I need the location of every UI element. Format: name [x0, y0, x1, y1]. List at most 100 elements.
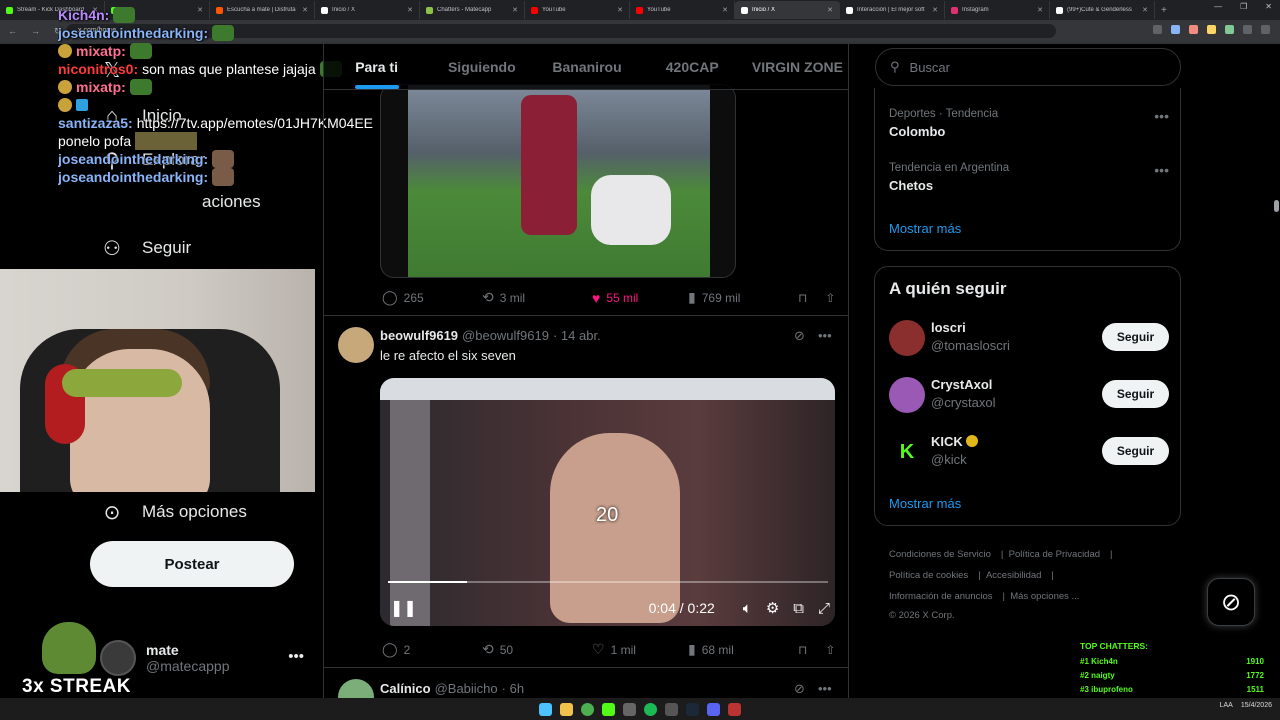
- settings-icon[interactable]: ⚙: [766, 599, 779, 617]
- post-media-image[interactable]: [380, 84, 736, 278]
- extension-icon[interactable]: [1153, 25, 1162, 34]
- tab-close-icon[interactable]: ✕: [617, 6, 623, 14]
- browser-tab[interactable]: Instagram ✕: [945, 1, 1050, 19]
- tab-virgin-zone[interactable]: VIRGIN ZONE: [745, 44, 848, 89]
- close-window-icon[interactable]: ✕: [1265, 2, 1272, 11]
- post-author-name[interactable]: Calínico: [380, 681, 431, 696]
- browser-tab[interactable]: YouTube ✕: [630, 1, 735, 19]
- extension-icon[interactable]: [1171, 25, 1180, 34]
- more-icon[interactable]: •••: [818, 681, 832, 696]
- extension-icon[interactable]: [1189, 25, 1198, 34]
- nav-follow[interactable]: ⚇ Seguir: [100, 236, 191, 260]
- more-icon[interactable]: •••: [818, 328, 832, 343]
- trend-item[interactable]: Deportes · Tendencia Colombo •••: [889, 108, 1169, 139]
- more-icon[interactable]: •••: [1154, 108, 1169, 124]
- minimize-icon[interactable]: —: [1214, 2, 1222, 11]
- search-input[interactable]: ⚲ Buscar: [875, 48, 1181, 86]
- browser-tab[interactable]: Inicio / X ✕: [735, 1, 840, 19]
- more-icon[interactable]: •••: [1154, 162, 1169, 178]
- browser-tab[interactable]: Interacción | El mejor soft ✕: [840, 1, 945, 19]
- post-button[interactable]: Postear: [90, 541, 294, 587]
- forward-icon[interactable]: →: [31, 26, 40, 37]
- nav-more-options[interactable]: ⊙ Más opciones: [100, 500, 247, 524]
- views-button[interactable]: ▮ 769 mil: [688, 289, 788, 306]
- footer-link[interactable]: Accesibilidad: [986, 570, 1041, 581]
- share-icon[interactable]: ⇧: [825, 291, 835, 305]
- app-icon[interactable]: [665, 702, 678, 716]
- spotify-icon[interactable]: [644, 702, 657, 716]
- steam-icon[interactable]: [686, 702, 699, 716]
- avatar[interactable]: [338, 327, 374, 363]
- video-progress-bar[interactable]: [388, 581, 828, 583]
- discord-icon[interactable]: [707, 702, 720, 716]
- tab-420cap[interactable]: 420CAP: [640, 44, 745, 89]
- app-icon[interactable]: [728, 702, 741, 716]
- grok-button[interactable]: ⊘: [1207, 578, 1255, 626]
- post-date[interactable]: · 6h: [502, 681, 524, 696]
- post-date[interactable]: · 14 abr.: [553, 328, 601, 343]
- tab-close-icon[interactable]: ✕: [932, 6, 938, 14]
- follow-button[interactable]: Seguir: [1102, 380, 1169, 408]
- volume-icon[interactable]: 🔈︎: [743, 600, 752, 617]
- tab-close-icon[interactable]: ✕: [722, 6, 728, 14]
- video-player[interactable]: 20 ❚❚ 0:04 / 0:22 🔈︎ ⚙ ⧉ ⤢: [380, 378, 835, 626]
- bookmark-icon[interactable]: ⊓: [798, 291, 807, 305]
- post-author-name[interactable]: beowulf9619: [380, 328, 458, 343]
- extension-icon[interactable]: [1207, 25, 1216, 34]
- extension-icon[interactable]: [1225, 25, 1234, 34]
- new-tab-button[interactable]: +: [1155, 5, 1173, 16]
- footer-link[interactable]: Condiciones de Servicio: [889, 549, 991, 560]
- follow-suggestion[interactable]: K KICK @kick Seguir: [889, 434, 1169, 474]
- grok-icon[interactable]: ⊘: [794, 681, 805, 697]
- follow-suggestion[interactable]: loscri @tomasloscri Seguir: [889, 320, 1169, 360]
- menu-icon[interactable]: [1261, 25, 1270, 34]
- app-icon[interactable]: [623, 702, 636, 716]
- repost-button[interactable]: ⟲ 3 mil: [482, 289, 592, 306]
- follow-suggestion[interactable]: CrystAxol @crystaxol Seguir: [889, 377, 1169, 417]
- start-icon[interactable]: [539, 702, 552, 716]
- back-icon[interactable]: ←: [8, 26, 17, 37]
- follow-button[interactable]: Seguir: [1102, 437, 1169, 465]
- miniplayer-icon[interactable]: ⧉: [793, 600, 804, 617]
- profile-avatar-icon[interactable]: [1243, 25, 1252, 34]
- share-icon[interactable]: ⇧: [825, 643, 835, 657]
- reply-button[interactable]: ◯ 2: [382, 641, 482, 658]
- pause-icon[interactable]: ❚❚: [390, 598, 417, 618]
- tab-siguiendo[interactable]: Siguiendo: [429, 44, 534, 89]
- tab-close-icon[interactable]: ✕: [827, 6, 833, 14]
- maximize-icon[interactable]: ❐: [1240, 2, 1247, 11]
- fullscreen-icon[interactable]: ⤢: [818, 600, 830, 617]
- clock-date[interactable]: 15/4/2026: [1241, 702, 1272, 709]
- repost-button[interactable]: ⟲ 50: [482, 641, 592, 658]
- browser-tab[interactable]: Chatters - Matecapp ✕: [420, 1, 525, 19]
- kick-icon[interactable]: [602, 702, 615, 716]
- bookmark-icon[interactable]: ⊓: [798, 643, 807, 657]
- browser-tab[interactable]: YouTube ✕: [525, 1, 630, 19]
- post-author-handle[interactable]: @beowulf9619: [462, 328, 549, 343]
- tab-close-icon[interactable]: ✕: [1142, 6, 1148, 14]
- nav-notifications[interactable]: aciones: [142, 192, 261, 212]
- tab-close-icon[interactable]: ✕: [1037, 6, 1043, 14]
- footer-link[interactable]: Política de Privacidad: [1009, 549, 1100, 560]
- post-author-handle[interactable]: @Babiicho: [435, 681, 498, 696]
- tab-close-icon[interactable]: ✕: [512, 6, 518, 14]
- chrome-icon[interactable]: [581, 702, 594, 716]
- follow-button[interactable]: Seguir: [1102, 323, 1169, 351]
- footer-link[interactable]: Política de cookies: [889, 570, 968, 581]
- footer-link[interactable]: Información de anuncios: [889, 591, 993, 602]
- tab-bananirou[interactable]: Bananirou: [534, 44, 639, 89]
- show-more-link[interactable]: Mostrar más: [889, 221, 961, 236]
- browser-tab[interactable]: (99+)Cute & Genderless ✕: [1050, 1, 1155, 19]
- page-scrollbar[interactable]: [1273, 44, 1280, 698]
- tab-close-icon[interactable]: ✕: [407, 6, 413, 14]
- like-button[interactable]: ♥ 55 mil: [592, 290, 688, 306]
- like-button[interactable]: ♡ 1 mil: [592, 641, 688, 658]
- grok-icon[interactable]: ⊘: [794, 328, 805, 344]
- account-switcher[interactable]: mate @matecappp •••: [100, 636, 310, 680]
- show-more-link[interactable]: Mostrar más: [889, 496, 961, 511]
- trend-item[interactable]: Tendencia en Argentina Chetos •••: [889, 162, 1169, 193]
- language-indicator[interactable]: LAA: [1220, 702, 1233, 709]
- reply-button[interactable]: ◯ 265: [382, 289, 482, 306]
- more-icon[interactable]: •••: [288, 648, 304, 665]
- tab-para-ti[interactable]: Para ti: [324, 44, 429, 89]
